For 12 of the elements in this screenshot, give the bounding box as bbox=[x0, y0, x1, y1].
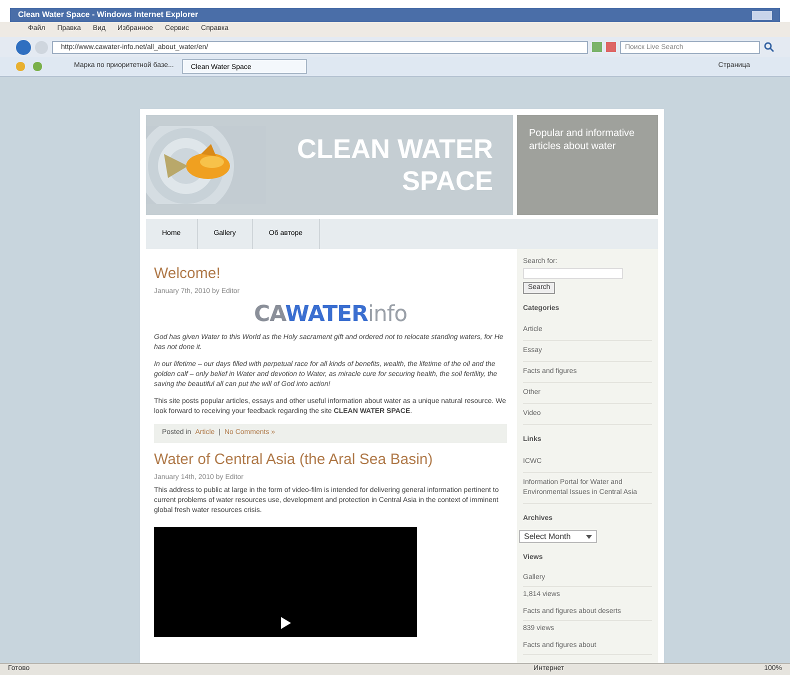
logo: CAWATERinfo bbox=[254, 304, 407, 326]
post-title[interactable]: Water of Central Asia (the Aral Sea Basin) bbox=[154, 450, 507, 470]
post-title[interactable]: Welcome! bbox=[154, 265, 507, 284]
play-icon[interactable] bbox=[280, 617, 290, 629]
site-title: CLEAN WATER bbox=[297, 133, 493, 165]
site-title: SPACE bbox=[402, 165, 493, 197]
sidebar-search-field[interactable] bbox=[523, 268, 623, 278]
search-icon[interactable] bbox=[764, 42, 774, 52]
caret-icon bbox=[586, 534, 592, 538]
window-title: Clean Water Space - Windows Internet Explorer bbox=[18, 9, 198, 21]
archive-select[interactable]: Select Month bbox=[519, 530, 597, 543]
tagline: Popular and informative articles about water bbox=[529, 127, 636, 153]
